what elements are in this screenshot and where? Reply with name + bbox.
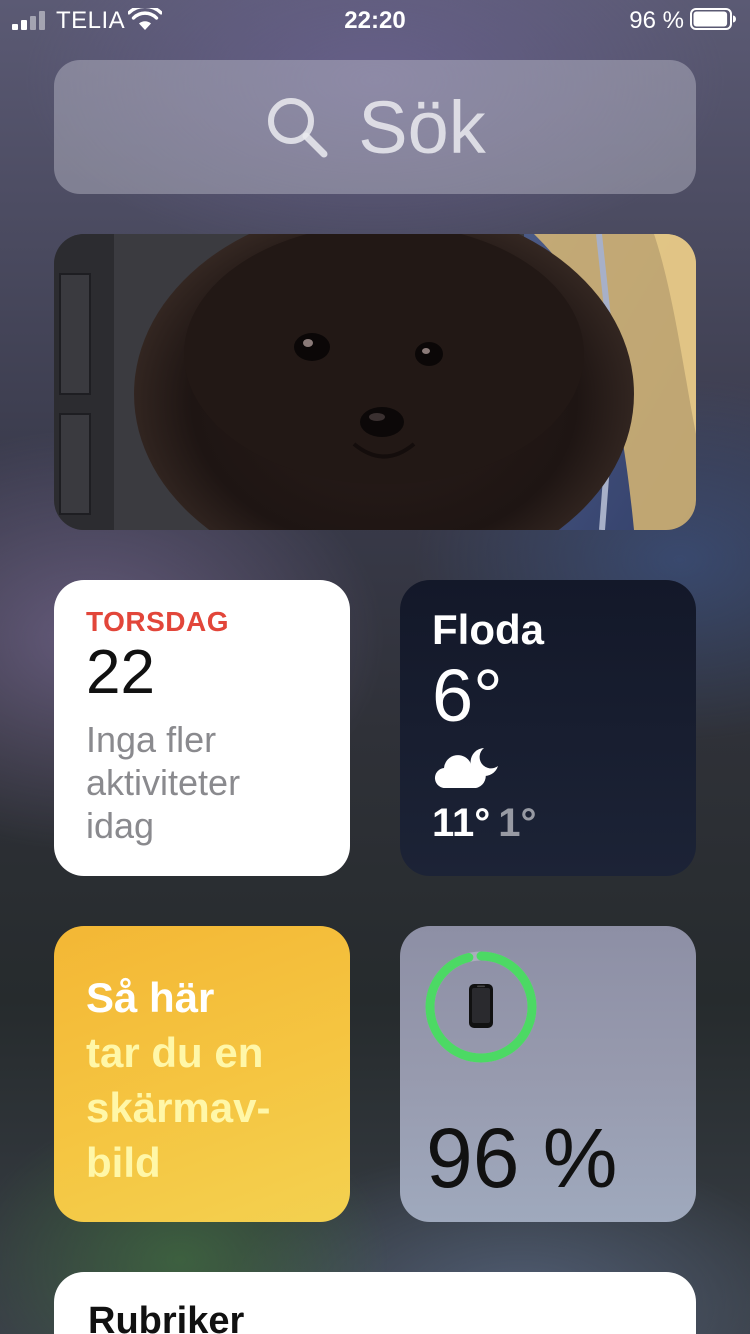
- weather-city: Floda: [432, 606, 544, 653]
- weather-temperature: 6°: [432, 654, 503, 737]
- weather-low: 1°: [498, 801, 537, 845]
- tips-body: tar du en skärmav-bild: [86, 1029, 271, 1186]
- news-widget[interactable]: Rubriker: [54, 1272, 696, 1334]
- calendar-date: 22: [86, 638, 155, 707]
- battery-icon: [690, 8, 736, 30]
- tips-title: Så här: [86, 974, 215, 1021]
- iphone-icon: [469, 984, 493, 1028]
- photo-widget[interactable]: [54, 234, 696, 530]
- partly-cloudy-night-icon: [434, 748, 498, 789]
- calendar-events-message: Inga fler aktiviteter idag: [86, 719, 241, 846]
- weather-high-low: 11° 1°: [432, 801, 664, 846]
- status-bar: TELIA 22:20 96 %: [0, 0, 750, 40]
- dog-photo: [54, 234, 696, 530]
- weather-high: 11°: [432, 801, 491, 845]
- battery-widget-value: 96 %: [426, 1111, 618, 1205]
- news-title: Rubriker: [88, 1300, 245, 1334]
- calendar-widget[interactable]: TORSDAG 22 Inga fler aktiviteter idag: [54, 580, 350, 876]
- calendar-weekday: TORSDAG: [86, 606, 229, 637]
- search-icon: [268, 98, 328, 158]
- tips-widget[interactable]: Så här tar du en skärmav-bild: [54, 926, 350, 1222]
- search-bar[interactable]: Sök: [54, 60, 696, 194]
- weather-widget[interactable]: Floda 6° 11° 1°: [400, 580, 696, 876]
- search-placeholder: Sök: [358, 85, 486, 169]
- battery-percentage: 96 %: [629, 7, 684, 34]
- battery-widget[interactable]: 96 %: [400, 926, 696, 1222]
